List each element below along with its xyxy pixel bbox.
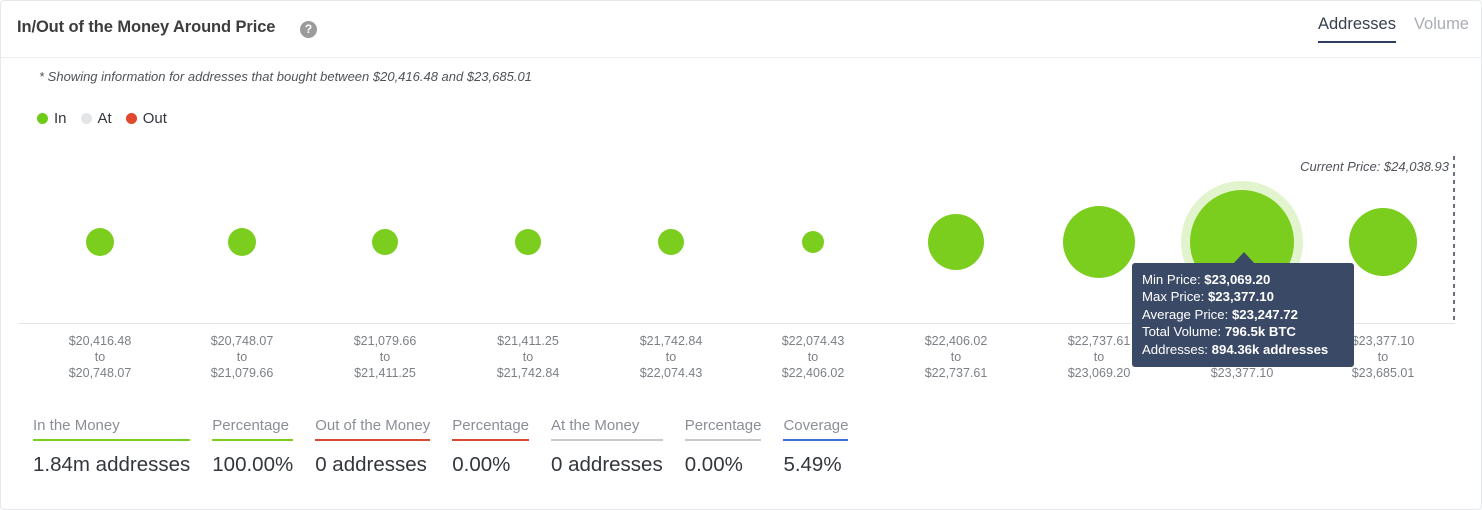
price-bucket-bubble[interactable]	[658, 229, 684, 255]
x-axis-label: $20,748.07to$21,079.66	[167, 333, 317, 381]
summary-metrics: In the Money 1.84m addresses Percentage 100…	[33, 417, 870, 477]
x-axis-label: $21,742.84to$22,074.43	[596, 333, 746, 381]
metric-in-the-money: In the Money 1.84m addresses	[33, 417, 190, 477]
tooltip-row-value: 796.5k BTC	[1225, 324, 1296, 339]
metric-label: In the Money	[33, 417, 190, 439]
metric-percentage: Percentage 0.00%	[685, 417, 762, 477]
x-axis-label: $22,074.43to$22,406.02	[738, 333, 888, 381]
metric-label: Coverage	[783, 417, 848, 439]
metric-underline	[783, 439, 848, 441]
metric-value: 0.00%	[685, 453, 762, 477]
x-axis-label: $20,416.48to$20,748.07	[25, 333, 175, 381]
tooltip-row-value: $23,247.72	[1232, 307, 1298, 322]
bubble-tooltip: Min Price: $23,069.20Max Price: $23,377.…	[1132, 263, 1354, 367]
x-axis-label-line: to	[25, 349, 175, 365]
metric-label: At the Money	[551, 417, 663, 439]
tooltip-row-value: 894.36k addresses	[1212, 342, 1329, 357]
tooltip-row-label: Total Volume:	[1142, 324, 1221, 339]
tooltip-row-label: Average Price:	[1142, 307, 1228, 322]
metric-label: Out of the Money	[315, 417, 430, 439]
x-axis-label-line: $22,074.43	[596, 365, 746, 381]
metric-coverage: Coverage 5.49%	[783, 417, 848, 477]
x-axis-label-line: $20,416.48	[25, 333, 175, 349]
tooltip-row-label: Max Price:	[1142, 289, 1204, 304]
inout-money-card: In/Out of the Money Around Price ? Addre…	[0, 0, 1482, 510]
price-bucket-bubble[interactable]	[1349, 208, 1417, 276]
metric-percentage: Percentage 100.00%	[212, 417, 293, 477]
metric-value: 0.00%	[452, 453, 529, 477]
tooltip-row-value: $23,377.10	[1208, 289, 1274, 304]
x-axis-label-line: $21,742.84	[596, 333, 746, 349]
metric-value: 100.00%	[212, 453, 293, 477]
price-bucket-bubble[interactable]	[372, 229, 398, 255]
tooltip-row: Max Price: $23,377.10	[1142, 288, 1344, 305]
x-axis-label: $21,411.25to$21,742.84	[453, 333, 603, 381]
x-axis-label-line: to	[881, 349, 1031, 365]
x-axis-label-line: $22,074.43	[738, 333, 888, 349]
metric-underline	[551, 439, 663, 441]
x-axis-label-line: to	[453, 349, 603, 365]
x-axis-label-line: $22,737.61	[881, 365, 1031, 381]
x-axis-label-line: $23,377.10	[1167, 365, 1317, 381]
price-bucket-bubble[interactable]	[515, 229, 541, 255]
x-axis-label-line: $23,069.20	[1024, 365, 1174, 381]
tooltip-row-label: Addresses:	[1142, 342, 1208, 357]
x-axis-label: $21,079.66to$21,411.25	[310, 333, 460, 381]
tooltip-row: Addresses: 894.36k addresses	[1142, 341, 1344, 358]
metric-underline	[685, 439, 762, 441]
x-axis-label-line: $21,411.25	[310, 365, 460, 381]
metric-underline	[212, 439, 293, 441]
current-price-label: Current Price: $24,038.93	[1300, 159, 1449, 174]
metric-value: 0 addresses	[551, 453, 663, 477]
tooltip-row: Average Price: $23,247.72	[1142, 306, 1344, 323]
x-axis-label-line: $21,079.66	[310, 333, 460, 349]
x-axis-label-line: to	[738, 349, 888, 365]
tooltip-row: Min Price: $23,069.20	[1142, 271, 1344, 288]
x-axis-label-line: to	[310, 349, 460, 365]
metric-out-of-the-money: Out of the Money 0 addresses	[315, 417, 430, 477]
metric-underline	[452, 439, 529, 441]
price-bucket-bubble[interactable]	[1063, 206, 1135, 278]
price-bucket-bubble[interactable]	[228, 228, 256, 256]
tooltip-row-label: Min Price:	[1142, 272, 1201, 287]
x-axis-label-line: $21,742.84	[453, 365, 603, 381]
x-axis-label-line: to	[596, 349, 746, 365]
x-axis-label-line: $22,406.02	[738, 365, 888, 381]
x-axis-label-line: $21,411.25	[453, 333, 603, 349]
metric-underline	[315, 439, 430, 441]
tooltip-row: Total Volume: 796.5k BTC	[1142, 323, 1344, 340]
x-axis-label: $22,406.02to$22,737.61	[881, 333, 1031, 381]
x-axis-label-line: $21,079.66	[167, 365, 317, 381]
metric-label: Percentage	[452, 417, 529, 439]
metric-label: Percentage	[212, 417, 293, 439]
tooltip-row-value: $23,069.20	[1204, 272, 1270, 287]
price-bucket-bubble[interactable]	[86, 228, 114, 256]
x-axis-label-line: $22,406.02	[881, 333, 1031, 349]
price-bucket-bubble[interactable]	[928, 214, 984, 270]
x-axis-label-line: to	[167, 349, 317, 365]
metric-value: 1.84m addresses	[33, 453, 190, 477]
metric-underline	[33, 439, 190, 441]
metric-at-the-money: At the Money 0 addresses	[551, 417, 663, 477]
metric-value: 0 addresses	[315, 453, 430, 477]
x-axis-label-line: $20,748.07	[167, 333, 317, 349]
price-bucket-bubble[interactable]	[802, 231, 824, 253]
metric-label: Percentage	[685, 417, 762, 439]
current-price-dotted-line	[1453, 156, 1455, 324]
metric-percentage: Percentage 0.00%	[452, 417, 529, 477]
x-axis-label-line: $23,685.01	[1308, 365, 1458, 381]
metric-value: 5.49%	[783, 453, 848, 477]
x-axis-label-line: $20,748.07	[25, 365, 175, 381]
